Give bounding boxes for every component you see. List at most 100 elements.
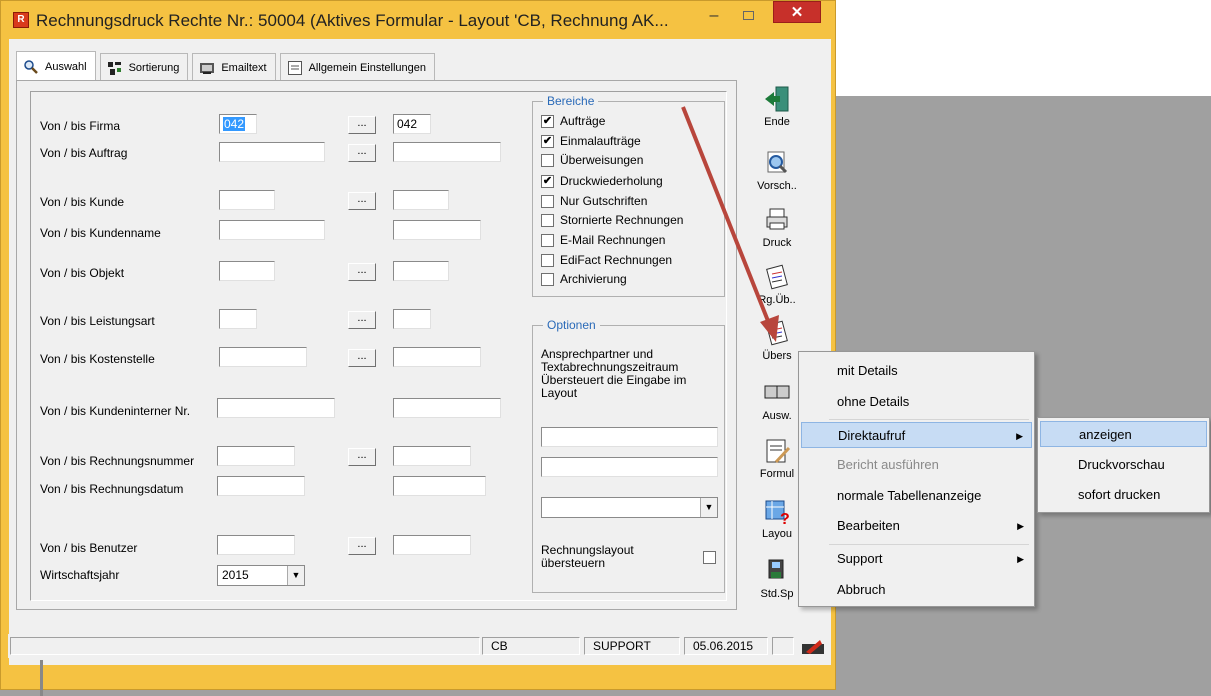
checkbox-auftraege[interactable]: ✔ Aufträge — [541, 114, 605, 128]
kostenstelle-to-input[interactable] — [393, 347, 481, 367]
checkbox-archivierung[interactable]: Archivierung — [541, 272, 627, 286]
label-leistungsart: Von / bis Leistungsart — [40, 314, 155, 328]
std-speichern-button[interactable]: Std.Sp — [752, 556, 802, 600]
close-button[interactable]: ✕ — [773, 1, 821, 23]
checkbox-stornierte-rechnungen[interactable]: Stornierte Rechnungen — [541, 213, 683, 227]
checkbox-edifact-rechnungen[interactable]: EdiFact Rechnungen — [541, 253, 672, 267]
objekt-to-input[interactable] — [393, 261, 449, 281]
menu-item-mit-details[interactable]: mit Details — [801, 358, 1032, 384]
tab-emailtext[interactable]: Emailtext — [192, 53, 276, 81]
rechnungsdatum-from-input[interactable] — [217, 476, 305, 496]
checkbox-druckwiederholung[interactable]: ✔ Druckwiederholung — [541, 174, 663, 188]
menu-item-support[interactable]: Support ▶ — [801, 546, 1032, 572]
rechnungsdatum-to-input[interactable] — [393, 476, 486, 496]
formular-button[interactable]: Formul — [752, 436, 802, 480]
rechnungsnummer-lookup-button[interactable]: ... — [348, 448, 376, 466]
checkbox-email-box[interactable] — [541, 233, 554, 247]
checkbox-archivierung-box[interactable] — [541, 272, 554, 286]
tab-sortierung[interactable]: Sortierung — [99, 53, 189, 81]
menu-item-abbruch[interactable]: Abbruch — [801, 577, 1032, 603]
label-benutzer: Von / bis Benutzer — [40, 541, 138, 555]
benutzer-lookup-button[interactable]: ... — [348, 537, 376, 555]
menu-item-direktaufruf[interactable]: Direktaufruf ▶ — [801, 422, 1032, 448]
submenu-item-anzeigen[interactable]: anzeigen — [1040, 421, 1207, 447]
kostenstelle-lookup-button[interactable]: ... — [348, 349, 376, 367]
kunde-from-input[interactable] — [219, 190, 275, 210]
auftrag-from-input[interactable] — [219, 142, 325, 162]
ende-label: Ende — [764, 116, 790, 128]
checkbox-stornierte-label: Stornierte Rechnungen — [560, 213, 684, 227]
optionen-title: Optionen — [543, 318, 600, 332]
ansprechpartner-input[interactable] — [541, 427, 718, 447]
checkbox-ueberweisungen-label: Überweisungen — [560, 153, 644, 167]
kostenstelle-from-input[interactable] — [219, 347, 307, 367]
objekt-from-input[interactable] — [219, 261, 275, 281]
kunde-to-input[interactable] — [393, 190, 449, 210]
menu-item-ohne-details[interactable]: ohne Details — [801, 389, 1032, 415]
checkbox-einmalauftraege-label: Einmalaufträge — [560, 134, 641, 148]
uebersicht-button[interactable]: Übers — [752, 318, 802, 362]
tab-allgemein-einstellungen[interactable]: Allgemein Einstellungen — [279, 53, 436, 81]
printer-icon — [762, 205, 792, 235]
leistungsart-lookup-button[interactable]: ... — [348, 311, 376, 329]
menu-item-bearbeiten[interactable]: Bearbeiten ▶ — [801, 513, 1032, 539]
checkbox-einmalauftraege-box[interactable]: ✔ — [541, 134, 554, 148]
auftrag-to-input[interactable] — [393, 142, 501, 162]
wirtschaftsjahr-value: 2015 — [222, 568, 249, 582]
wirtschaftsjahr-select[interactable]: 2015 ▼ — [217, 565, 305, 586]
rechnungsnummer-to-input[interactable] — [393, 446, 471, 466]
checkbox-stornierte-box[interactable] — [541, 213, 554, 227]
checkbox-nur-gutschriften-box[interactable] — [541, 194, 554, 208]
maximize-button[interactable] — [735, 7, 761, 27]
rechnungsnummer-from-input[interactable] — [217, 446, 295, 466]
status-message — [10, 637, 480, 655]
vorschau-button[interactable]: Vorsch.. — [752, 148, 802, 192]
checkbox-ueberweisungen-box[interactable] — [541, 153, 554, 167]
firma-to-input[interactable]: 042 — [393, 114, 431, 134]
firma-lookup-button[interactable]: ... — [348, 116, 376, 134]
minimize-button[interactable]: – — [701, 7, 727, 27]
submenu-item-druckvorschau[interactable]: Druckvorschau — [1040, 452, 1207, 478]
checkbox-email-rechnungen[interactable]: E-Mail Rechnungen — [541, 233, 665, 247]
status-date: 05.06.2015 — [684, 637, 768, 655]
submenu-item-sofort-drucken[interactable]: sofort drucken — [1040, 482, 1207, 508]
checkbox-edifact-box[interactable] — [541, 253, 554, 267]
menu-separator — [829, 544, 1029, 545]
checkbox-auftraege-box[interactable]: ✔ — [541, 114, 554, 128]
leistungsart-from-input[interactable] — [219, 309, 257, 329]
abrechnungszeitraum-input[interactable] — [541, 457, 718, 477]
tab-strip: Auswahl Sortierung Emailtext Allgemein E… — [16, 51, 439, 81]
auswertung-button[interactable]: Ausw. — [752, 378, 802, 422]
title-bar[interactable]: R Rechnungsdruck Rechte Nr.: 50004 (Akti… — [1, 1, 835, 37]
checkbox-edifact-label: EdiFact Rechnungen — [560, 253, 673, 267]
checkbox-einmalauftraege[interactable]: ✔ Einmalaufträge — [541, 134, 641, 148]
optionen-layout-select[interactable]: ▼ — [541, 497, 718, 518]
benutzer-to-input[interactable] — [393, 535, 471, 555]
kundeninterne-from-input[interactable] — [217, 398, 335, 418]
objekt-lookup-button[interactable]: ... — [348, 263, 376, 281]
layout-icon: ? — [762, 496, 792, 528]
kundenname-to-input[interactable] — [393, 220, 481, 240]
auftrag-lookup-button[interactable]: ... — [348, 144, 376, 162]
menu-item-normale-tabellenanzeige[interactable]: normale Tabellenanzeige — [801, 483, 1032, 509]
layout-button[interactable]: ? Layou — [752, 496, 802, 540]
tab-auswahl[interactable]: Auswahl — [16, 51, 96, 81]
kundeninterne-to-input[interactable] — [393, 398, 501, 418]
checkbox-ueberweisungen[interactable]: Überweisungen — [541, 153, 643, 167]
chevron-down-icon: ▼ — [700, 498, 717, 517]
druck-button[interactable]: Druck — [752, 205, 802, 249]
rg-uebersicht-button[interactable]: Rg.Üb.. — [752, 262, 802, 306]
benutzer-from-input[interactable] — [217, 535, 295, 555]
kundenname-from-input[interactable] — [219, 220, 325, 240]
status-user: SUPPORT — [584, 637, 680, 655]
desktop-divider — [40, 660, 43, 696]
leistungsart-to-input[interactable] — [393, 309, 431, 329]
checkbox-druckwiederholung-box[interactable]: ✔ — [541, 174, 554, 188]
maximize-icon — [743, 11, 754, 20]
preview-icon — [762, 148, 792, 178]
layout-override-checkbox[interactable] — [703, 551, 716, 564]
checkbox-nur-gutschriften[interactable]: Nur Gutschriften — [541, 194, 647, 208]
kunde-lookup-button[interactable]: ... — [348, 192, 376, 210]
firma-from-input[interactable]: 042 — [219, 114, 257, 134]
ende-button[interactable]: Ende — [752, 84, 802, 128]
